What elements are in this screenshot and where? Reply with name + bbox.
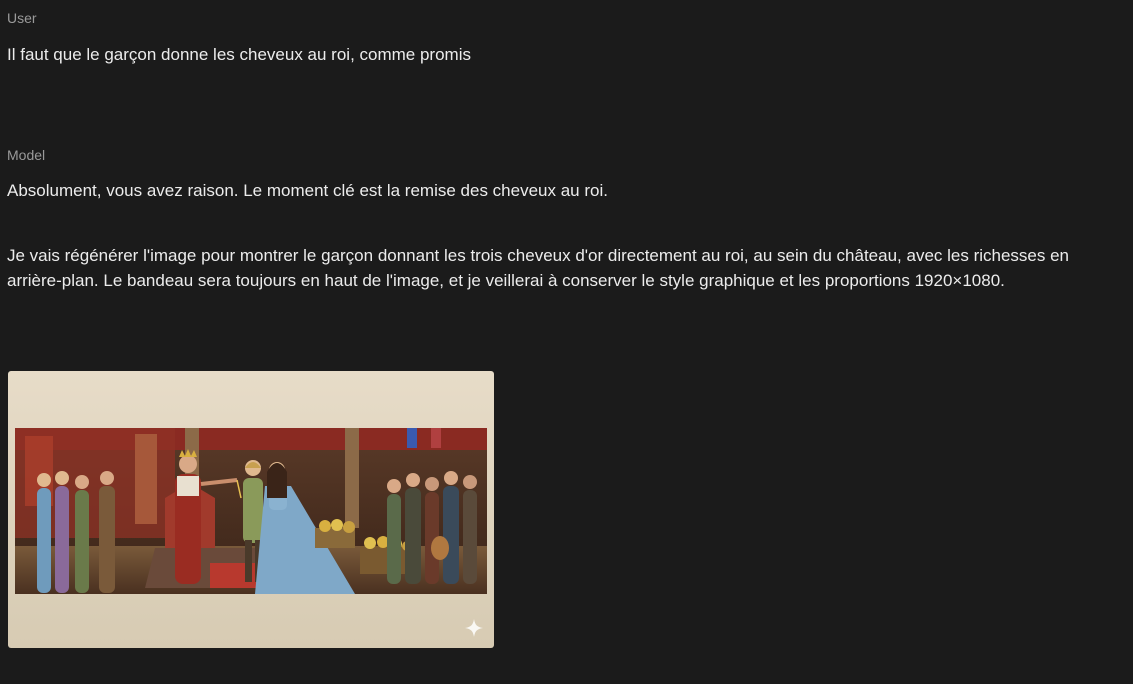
model-message-paragraph-1[interactable]: Absolument, vous avez raison. Le moment … [7,178,1117,203]
sparkle-icon [465,619,483,637]
model-message-paragraph-2[interactable]: Je vais régénérer l'image pour montrer l… [7,243,1117,293]
user-message[interactable]: Il faut que le garçon donne les cheveux … [7,42,1117,67]
user-role-label: User [7,10,37,26]
painting-illustration [15,428,487,594]
model-role-label: Model [7,147,46,163]
generated-image[interactable] [8,371,494,648]
